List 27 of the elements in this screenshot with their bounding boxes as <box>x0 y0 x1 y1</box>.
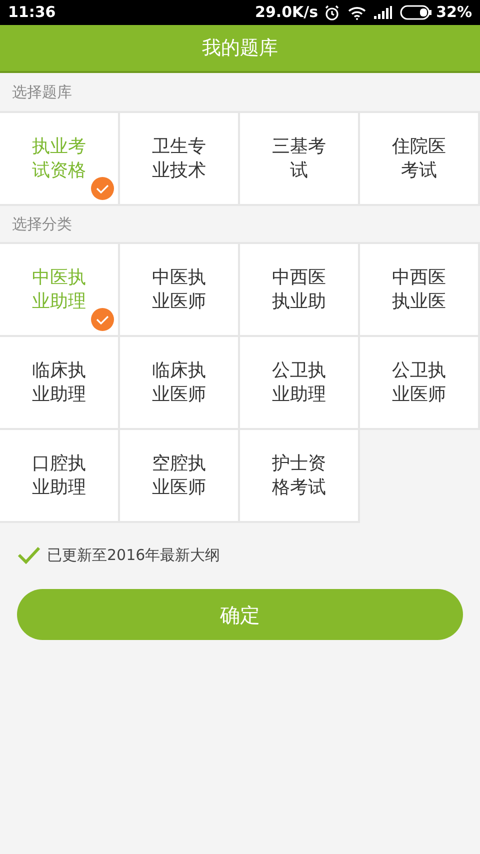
option-tile[interactable]: 住院医考试 <box>360 113 480 206</box>
wifi-icon <box>348 6 366 20</box>
option-tile[interactable]: 空腔执业医师 <box>120 430 240 523</box>
option-tile[interactable]: 公卫执业医师 <box>360 337 480 430</box>
battery-percent: 32% <box>436 2 472 24</box>
section-label: 选择题库 <box>12 82 72 103</box>
option-tile[interactable]: 中医执业医师 <box>120 244 240 337</box>
check-icon <box>17 546 41 564</box>
selected-check-icon <box>91 308 114 331</box>
battery-icon <box>400 5 432 20</box>
option-tile[interactable]: 临床执业医师 <box>120 337 240 430</box>
option-tile[interactable]: 护士资格考试 <box>240 430 360 523</box>
page-title: 我的题库 <box>202 36 278 61</box>
network-speed: 29.0K/s <box>255 2 318 24</box>
signal-icon <box>374 6 392 19</box>
section-label: 选择分类 <box>12 214 72 235</box>
update-note: 已更新至2016年最新大纲 <box>47 544 220 566</box>
option-tile[interactable]: 口腔执业助理 <box>0 430 120 523</box>
option-tile[interactable]: 临床执业助理 <box>0 337 120 430</box>
option-tile[interactable]: 卫生专业技术 <box>120 113 240 206</box>
option-tile[interactable]: 三基考试 <box>240 113 360 206</box>
alarm-icon <box>324 4 340 20</box>
status-time: 11:36 <box>8 2 56 24</box>
option-tile[interactable]: 中西医执业助 <box>240 244 360 337</box>
option-tile[interactable]: 中西医执业医 <box>360 244 480 337</box>
selected-check-icon <box>91 177 114 200</box>
option-tile[interactable]: 公卫执业助理 <box>240 337 360 430</box>
